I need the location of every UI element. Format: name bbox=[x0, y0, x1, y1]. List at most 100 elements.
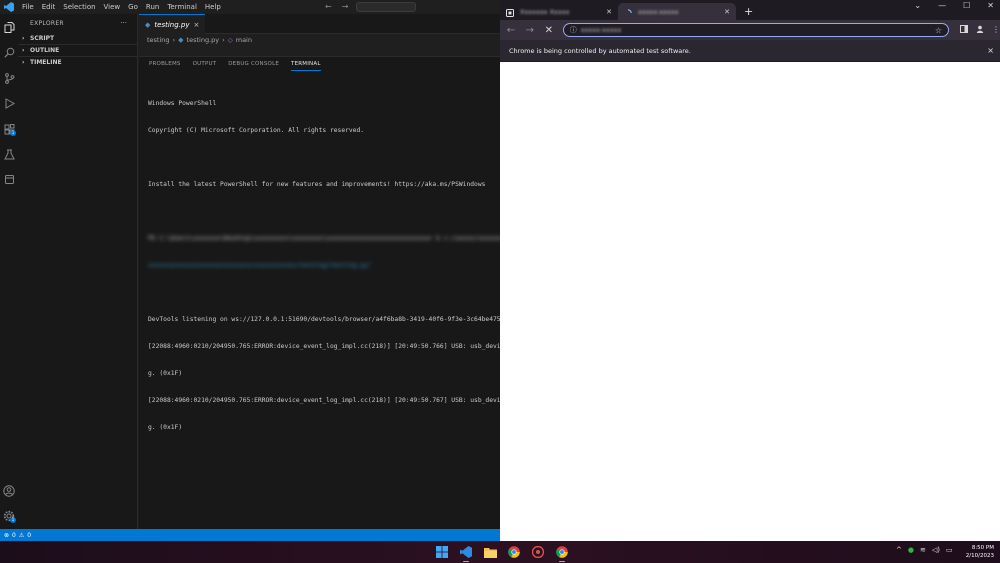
windows-start-icon[interactable] bbox=[434, 544, 450, 560]
info-icon[interactable]: ⓘ bbox=[570, 25, 577, 35]
tab-search-icon[interactable]: ⌄ bbox=[914, 0, 921, 12]
chrome-tab-1[interactable]: Xxxxxxx Xxxxx ✕ bbox=[500, 3, 618, 20]
terminal-line-redacted: PS C:\Users\xxxxxxx\Desktop\xxxxxxxxx\xx… bbox=[148, 235, 500, 242]
menu-run[interactable]: Run bbox=[142, 0, 163, 14]
panel-tabs: PROBLEMS OUTPUT DEBUG CONSOLE TERMINAL bbox=[139, 57, 500, 71]
warning-count: 0 bbox=[27, 531, 32, 539]
close-icon[interactable]: × bbox=[193, 21, 199, 29]
chrome-tab-2[interactable]: xxxxx:xxxxx ✕ bbox=[618, 3, 736, 20]
chevron-right-icon: › bbox=[22, 47, 25, 54]
menu-help[interactable]: Help bbox=[201, 0, 225, 14]
activity-bar: 1 1 bbox=[0, 14, 18, 529]
chrome-canary-icon[interactable] bbox=[530, 544, 546, 560]
breadcrumb-symbol[interactable]: main bbox=[236, 36, 252, 44]
minimize-button[interactable]: — bbox=[938, 0, 946, 12]
forward-arrow-icon[interactable]: → bbox=[342, 0, 349, 14]
editor-tabs: ◆ testing.py × bbox=[139, 14, 500, 34]
terminal-line: DevTools listening on ws://127.0.0.1:516… bbox=[148, 316, 500, 323]
taskbar-clock[interactable]: 8:50 PM 2/10/2023 bbox=[966, 544, 994, 560]
chrome-menu-icon[interactable]: ⋮ bbox=[992, 25, 1000, 35]
section-timeline[interactable]: › TIMELINE bbox=[18, 56, 137, 68]
infobar-message: Chrome is being controlled by automated … bbox=[509, 46, 691, 55]
chevron-up-icon[interactable]: ^ bbox=[896, 546, 902, 554]
back-arrow-icon[interactable]: ← bbox=[506, 25, 516, 36]
menu-go[interactable]: Go bbox=[124, 0, 142, 14]
explorer-icon[interactable] bbox=[2, 20, 16, 34]
section-outline[interactable]: › OUTLINE bbox=[18, 44, 137, 56]
wifi-icon[interactable]: ≋ bbox=[920, 546, 926, 554]
taskbar-apps bbox=[434, 544, 570, 562]
vscode-icon[interactable] bbox=[458, 544, 474, 562]
close-icon[interactable]: ✕ bbox=[724, 8, 730, 16]
remote-explorer-icon[interactable] bbox=[2, 172, 16, 186]
volume-icon[interactable]: ◁) bbox=[932, 546, 940, 554]
vscode-titlebar: File Edit Selection View Go Run Terminal… bbox=[0, 0, 500, 14]
page-content[interactable] bbox=[500, 63, 1000, 541]
tab-testing-py[interactable]: ◆ testing.py × bbox=[139, 14, 206, 34]
command-center-search[interactable] bbox=[356, 2, 416, 12]
terminal-line: Copyright (C) Microsoft Corporation. All… bbox=[148, 127, 365, 134]
extensions-badge: 1 bbox=[10, 130, 16, 136]
bookmark-star-icon[interactable]: ☆ bbox=[935, 26, 942, 35]
testing-icon[interactable] bbox=[2, 147, 16, 161]
address-bar[interactable]: ⓘ xxxxx:xxxxx ☆ bbox=[562, 23, 950, 37]
side-panel-icon[interactable] bbox=[960, 25, 969, 35]
manage-gear-icon[interactable]: 1 bbox=[2, 509, 16, 523]
profile-avatar-icon[interactable] bbox=[976, 25, 984, 35]
menu-file[interactable]: File bbox=[18, 0, 38, 14]
tab-title-redacted: xxxxx:xxxxx bbox=[638, 7, 679, 16]
maximize-button[interactable]: ☐ bbox=[963, 0, 970, 12]
forward-arrow-icon[interactable]: → bbox=[525, 25, 535, 36]
terminal-panel: PROBLEMS OUTPUT DEBUG CONSOLE TERMINAL W… bbox=[139, 56, 500, 529]
tab-terminal[interactable]: TERMINAL bbox=[291, 57, 321, 71]
tab-problems[interactable]: PROBLEMS bbox=[149, 57, 181, 71]
breadcrumb-file[interactable]: testing.py bbox=[187, 36, 220, 44]
chrome-active-icon[interactable] bbox=[554, 544, 570, 562]
back-arrow-icon[interactable]: ← bbox=[325, 0, 332, 14]
extensions-icon[interactable]: 1 bbox=[2, 122, 16, 136]
chevron-right-icon: › bbox=[22, 34, 25, 42]
new-tab-button[interactable]: + bbox=[736, 3, 761, 20]
tab-debug-console[interactable]: DEBUG CONSOLE bbox=[228, 57, 279, 71]
account-icon[interactable] bbox=[2, 484, 16, 498]
terminal-line: [22088:4960:0210/204950.765:ERROR:device… bbox=[148, 397, 500, 404]
explorer-sidebar: EXPLORER ··· › SCRIPT › OUTLINE › TIMELI… bbox=[18, 14, 138, 529]
tray-app-icon[interactable]: ● bbox=[908, 546, 914, 554]
chrome-titlebar: Xxxxxxx Xxxxx ✕ xxxxx:xxxxx ✕ + ⌄ — ☐ ✕ bbox=[500, 0, 1000, 20]
more-actions-icon[interactable]: ··· bbox=[120, 19, 127, 27]
close-icon[interactable]: ✕ bbox=[606, 8, 612, 16]
tab-label: testing.py bbox=[154, 20, 190, 29]
chevron-right-icon: › bbox=[22, 59, 25, 66]
error-icon[interactable]: ⊗ bbox=[4, 532, 9, 539]
menu-view[interactable]: View bbox=[100, 0, 125, 14]
close-window-button[interactable]: ✕ bbox=[987, 0, 994, 12]
terminal-output[interactable]: Windows PowerShell Copyright (C) Microso… bbox=[139, 71, 500, 450]
stop-loading-icon[interactable]: ✕ bbox=[544, 25, 554, 36]
breadcrumb-folder[interactable]: testing bbox=[147, 36, 170, 44]
vscode-logo-icon bbox=[2, 0, 16, 14]
warning-icon[interactable]: ⚠ bbox=[19, 532, 24, 539]
chevron-right-icon: › bbox=[172, 36, 176, 44]
menu-edit[interactable]: Edit bbox=[38, 0, 60, 14]
chrome-toolbar: ← → ✕ ⓘ xxxxx:xxxxx ☆ ⋮ bbox=[500, 20, 1000, 40]
tab-output[interactable]: OUTPUT bbox=[193, 57, 217, 71]
menu-selection[interactable]: Selection bbox=[59, 0, 99, 14]
terminal-line: g. (0x1F) bbox=[148, 424, 183, 431]
search-icon[interactable] bbox=[2, 45, 16, 59]
status-bar: ⊗ 0 ⚠ 0 bbox=[0, 529, 500, 541]
source-control-icon[interactable] bbox=[2, 71, 16, 85]
file-explorer-icon[interactable] bbox=[482, 544, 498, 560]
section-outline-label: OUTLINE bbox=[30, 47, 60, 54]
system-tray: ^ ● ≋ ◁) ▭ bbox=[896, 546, 953, 554]
terminal-line: Install the latest PowerShell for new fe… bbox=[148, 181, 486, 188]
section-timeline-label: TIMELINE bbox=[30, 59, 62, 66]
menu-terminal[interactable]: Terminal bbox=[163, 0, 201, 14]
error-count: 0 bbox=[12, 531, 16, 539]
windows-taskbar: ^ ● ≋ ◁) ▭ 8:50 PM 2/10/2023 bbox=[0, 541, 1000, 563]
close-icon[interactable]: × bbox=[987, 46, 994, 55]
section-script[interactable]: › SCRIPT bbox=[18, 32, 137, 44]
battery-icon[interactable]: ▭ bbox=[946, 546, 953, 554]
run-debug-icon[interactable] bbox=[2, 96, 16, 110]
symbol-method-icon: ◇ bbox=[227, 36, 233, 44]
chrome-icon[interactable] bbox=[506, 544, 522, 560]
